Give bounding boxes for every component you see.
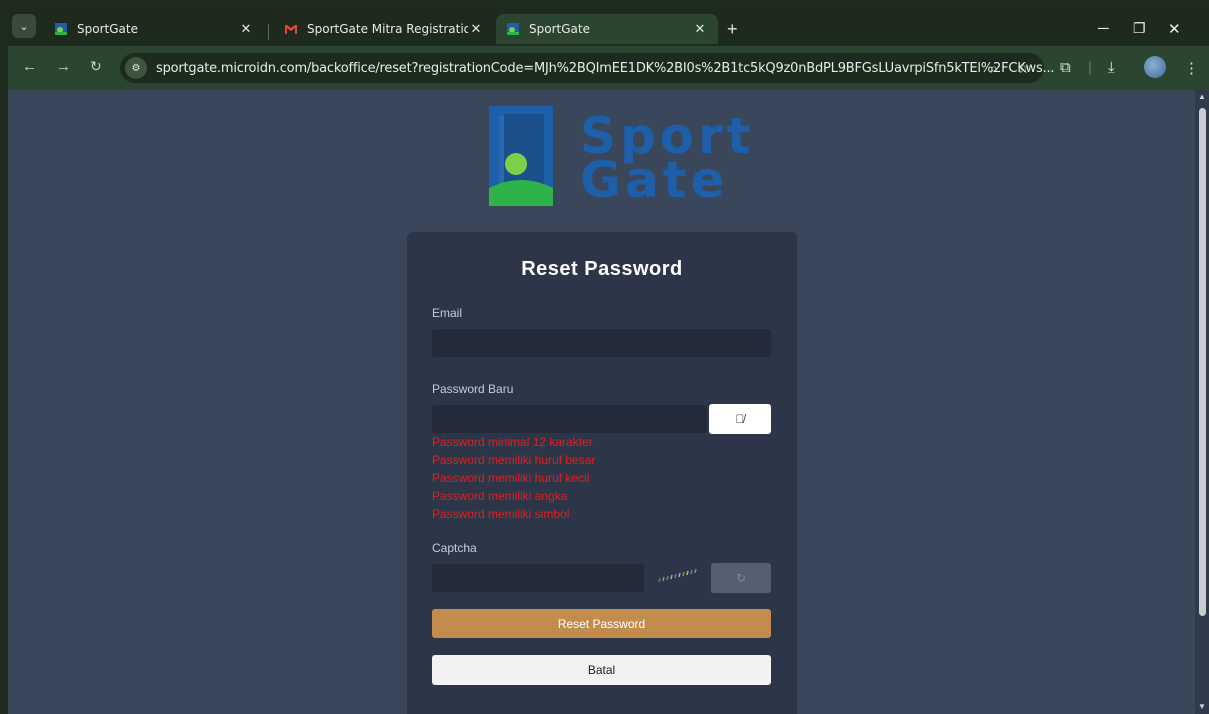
scroll-down-icon[interactable]: ▼ [1198,702,1206,711]
tab-sportgate-1[interactable]: SportGate ✕ [44,14,264,44]
captcha-label: Captcha [432,541,477,555]
page-scrollbar[interactable]: ▲ ▼ [1195,90,1209,714]
tab-strip: ⌄ SportGate ✕ SportGate Mitra Registrati… [8,8,1209,46]
extensions-icon[interactable]: ⧉ [1060,59,1071,76]
error-message: Password minimal 12 karakter [432,435,593,449]
logo-text-gate: Gate [580,151,729,209]
url-text[interactable]: sportgate.microidn.com/backoffice/reset?… [156,61,1055,76]
tab-separator [268,24,269,40]
sportgate-logo: Sport Gate [486,106,751,210]
scroll-up-icon[interactable]: ▲ [1198,92,1206,101]
eye-slash-icon: 👁̸ [735,412,745,426]
refresh-captcha-button[interactable]: ↻ [711,563,771,593]
forward-icon[interactable]: → [56,58,71,75]
email-label: Email [432,306,463,320]
close-icon[interactable]: ✕ [238,22,254,37]
password-label: Password Baru [432,382,514,396]
error-message: Password memiliki huruf kecil [432,471,590,485]
reset-password-card: Reset Password Email Password Baru 👁̸ Pa… [407,232,797,714]
sportgate-favicon-icon [55,23,67,35]
tab-title: SportGate [529,22,590,36]
minimize-icon[interactable]: ─ [1098,20,1109,37]
error-message: Password memiliki simbol [432,507,570,521]
profile-avatar[interactable] [1144,56,1166,78]
tab-title: SportGate [77,22,138,36]
bookmark-star-icon[interactable]: ☆ [1017,60,1030,77]
tab-sportgate-active[interactable]: SportGate ✕ [496,14,718,44]
page-title: Reset Password [521,258,683,280]
close-window-icon[interactable]: ✕ [1168,20,1181,38]
error-message: Password memiliki angka [432,489,568,503]
zoom-icon[interactable]: ⌕ [990,60,998,77]
sportgate-favicon-icon [507,23,519,35]
toggle-password-visibility-button[interactable]: 👁̸ [709,404,771,434]
page-content: Sport Gate Reset Password Email Password… [8,90,1195,714]
close-icon[interactable]: ✕ [468,22,484,37]
refresh-icon: ↻ [735,571,747,585]
scrollbar-thumb[interactable] [1199,108,1206,616]
password-field[interactable] [432,405,707,433]
reset-password-button[interactable]: Reset Password [432,609,771,638]
download-icon[interactable]: ⤓ [1108,59,1115,76]
menu-kebab-icon[interactable]: ⋮ [1184,59,1199,77]
captcha-field[interactable] [432,564,644,592]
site-settings-icon[interactable]: ⚙ [125,57,147,79]
reload-icon[interactable]: ↻ [90,58,102,75]
error-message: Password memiliki huruf besar [432,453,596,467]
gmail-icon [285,25,297,34]
restore-icon[interactable]: ❐ [1133,20,1146,37]
browser-toolbar: ← → ↻ ⚙ sportgate.microidn.com/backoffic… [8,46,1209,90]
cancel-button[interactable]: Batal [432,655,771,685]
back-icon[interactable]: ← [22,58,37,75]
logo-mark-icon [489,106,553,206]
address-bar[interactable]: ⚙ sportgate.microidn.com/backoffice/rese… [120,53,1055,83]
tab-title: SportGate Mitra Registration - [307,22,468,36]
captcha-image [658,568,697,583]
tab-search-icon[interactable]: ⌄ [12,14,36,38]
toolbar-divider: | [1088,59,1092,76]
close-icon[interactable]: ✕ [692,22,708,37]
tab-gmail-registration[interactable]: SportGate Mitra Registration - ✕ [274,14,494,44]
email-field[interactable] [432,329,771,357]
new-tab-icon[interactable]: + [727,20,738,38]
